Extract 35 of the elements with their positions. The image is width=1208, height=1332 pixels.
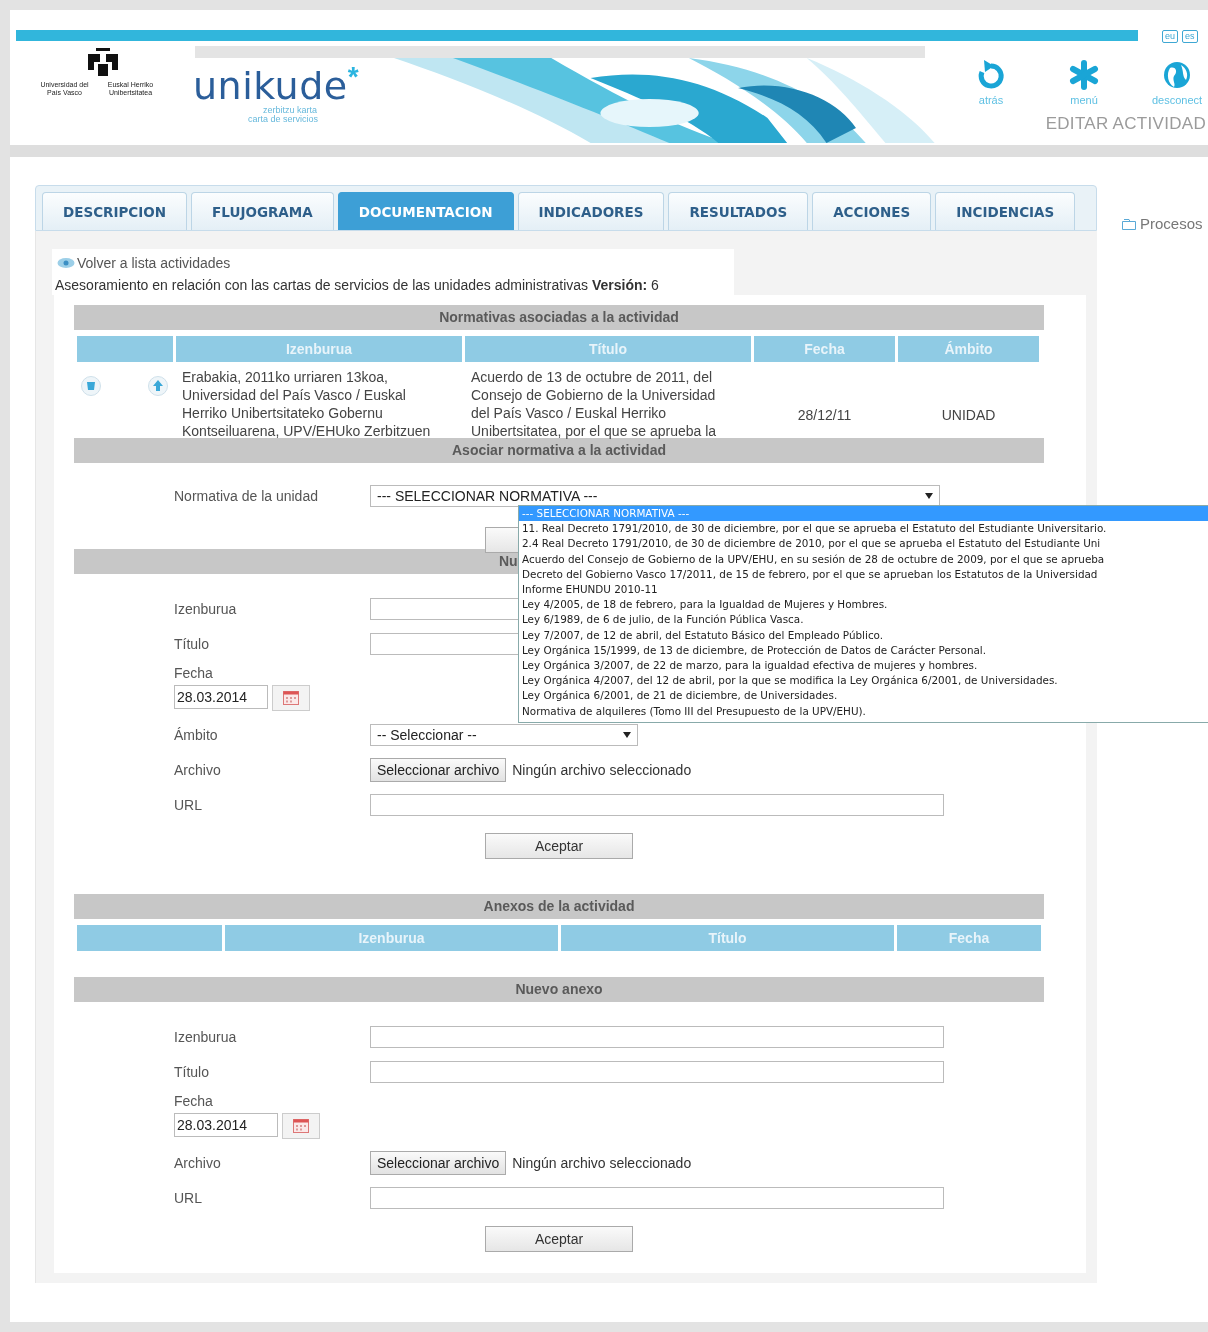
table-header-cell: Fecha [897, 925, 1041, 951]
field-label: Archivo [174, 1154, 222, 1171]
field-label: Fecha [174, 665, 214, 681]
brand-mark: * [347, 66, 359, 88]
brand-name: unikude [193, 66, 348, 106]
file-status: Ningún archivo seleccionado [512, 761, 692, 778]
section-header: Nuevo anexo [74, 977, 1044, 1002]
section-header: Anexos de la actividad [74, 894, 1044, 919]
field-label: Fecha [174, 1093, 214, 1109]
file-status: Ningún archivo seleccionado [512, 1154, 692, 1171]
section-header: Asociar normativa a la actividad [74, 438, 1044, 463]
field-label: Ámbito [174, 726, 219, 743]
table-cell-text: Acuerdo de 13 de octubre de 2011, del Consejo de Gobierno de la Universidad del País Vasco / Euskal Herriko Unibertsitatea, por el que se aprueba la [470, 368, 718, 440]
brand-tagline: zerbitzu karta [263, 106, 319, 115]
page-title: EDITAR ACTIVIDAD [1045, 114, 1206, 134]
field-label: URL [174, 1189, 203, 1206]
table-header-cell: Izenburua [225, 925, 558, 951]
field-label: Título [174, 635, 210, 652]
table-cell-text: Erabakia, 2011ko urriaren 13koa, Universidad del País Vasco / Euskal Herriko Unibertsitateko Gobernu Kontseiluarena, UPV/EHUko Zerbitzuen [181, 368, 432, 440]
table-cell-text: UNIDAD [940, 406, 997, 425]
field-label: Normativa de la unidad [174, 488, 319, 504]
brand-tagline: carta de servicios [248, 115, 320, 124]
section-header: Normativas asociadas a la actividad [74, 305, 1044, 330]
table-header-cell: Izenburua [176, 336, 462, 362]
field-label: Izenburua [174, 1028, 238, 1045]
field-label: Archivo [174, 761, 222, 778]
table-header-cell: Ámbito [898, 336, 1039, 362]
field-label: Título [174, 1063, 210, 1080]
field-label: Izenburua [174, 600, 238, 617]
table-header-cell: Título [561, 925, 894, 951]
table-cell-text: 28/12/11 [796, 406, 853, 425]
table-header-cell: Fecha [754, 336, 895, 362]
table-header-cell: Título [465, 336, 751, 362]
field-label: URL [174, 796, 203, 813]
activity-description: Asesoramiento en relación con las cartas de servicios de las unidades administrativas Versión: 6 [55, 277, 660, 293]
